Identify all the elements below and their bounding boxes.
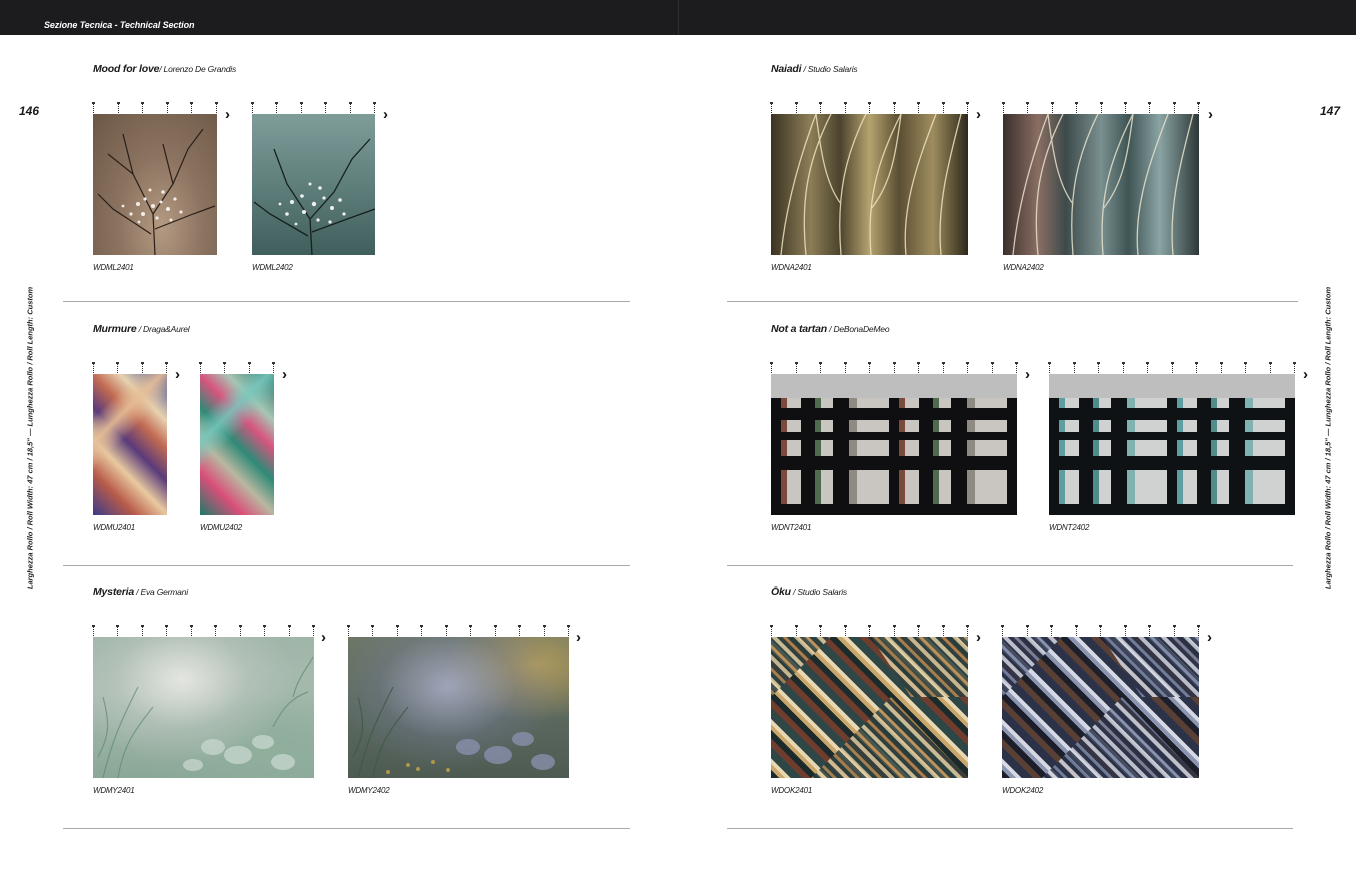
chevron-right-icon: ›: [1208, 106, 1213, 123]
product-code: WDNT2402: [1049, 523, 1090, 532]
wallpaper-swatch: [93, 114, 217, 255]
chevron-right-icon: ›: [175, 366, 180, 383]
product-code: WDMY2402: [348, 786, 390, 795]
chevron-right-icon: ›: [321, 629, 326, 646]
section-divider: [63, 565, 630, 566]
product-code: WDNT2401: [771, 523, 812, 532]
section-divider: [63, 828, 630, 829]
spread-gutter: [678, 0, 679, 35]
wallpaper-swatch: [93, 374, 167, 515]
wallpaper-swatch: [771, 637, 968, 778]
chevron-right-icon: ›: [576, 629, 581, 646]
top-bar: Sezione Tecnica - Technical Section: [0, 0, 1356, 35]
product-code: WDOK2401: [771, 786, 813, 795]
collection-title-not-a-tartan: Not a tartan / DeBonaDeMeo: [771, 323, 890, 335]
section-divider: [727, 301, 1298, 302]
wallpaper-swatch: [1049, 374, 1295, 515]
section-divider: [727, 565, 1293, 566]
wallpaper-swatch: [1003, 114, 1199, 255]
wallpaper-swatch: [200, 374, 274, 515]
page-number-left: 146: [19, 104, 40, 118]
wallpaper-swatch: [348, 637, 569, 778]
product-code: WDML2401: [93, 263, 134, 272]
wallpaper-swatch: [252, 114, 375, 255]
product-code: WDNA2402: [1003, 263, 1044, 272]
wallpaper-swatch: [1002, 637, 1199, 778]
product-code: WDMU2401: [93, 523, 135, 532]
page-number-right: 147: [1320, 104, 1341, 118]
section-divider: [63, 301, 630, 302]
chevron-right-icon: ›: [1207, 629, 1212, 646]
chevron-right-icon: ›: [225, 106, 230, 123]
product-code: WDNA2401: [771, 263, 812, 272]
collection-title-mysteria: Mysteria / Eva Germani: [93, 586, 188, 598]
chevron-right-icon: ›: [1025, 366, 1030, 383]
chevron-right-icon: ›: [383, 106, 388, 123]
collection-title-murmure: Murmure / Draga&Aurel: [93, 323, 190, 335]
section-title: Sezione Tecnica - Technical Section: [44, 20, 195, 30]
collection-title-mood-for-love: Mood for love/ Lorenzo De Grandis: [93, 63, 237, 75]
product-code: WDML2402: [252, 263, 293, 272]
product-code: WDMU2402: [200, 523, 242, 532]
wallpaper-swatch: [93, 637, 314, 778]
product-code: WDOK2402: [1002, 786, 1044, 795]
collection-title-naiadi: Naiadi / Studio Salaris: [771, 63, 858, 75]
chevron-right-icon: ›: [976, 629, 981, 646]
collection-title-oku: Ōku / Studio Salaris: [771, 586, 847, 598]
section-divider: [727, 828, 1293, 829]
wallpaper-swatch: [771, 114, 968, 255]
product-code: WDMY2401: [93, 786, 135, 795]
wallpaper-swatch: [771, 374, 1017, 515]
chevron-right-icon: ›: [282, 366, 287, 383]
chevron-right-icon: ›: [1303, 366, 1308, 383]
chevron-right-icon: ›: [976, 106, 981, 123]
